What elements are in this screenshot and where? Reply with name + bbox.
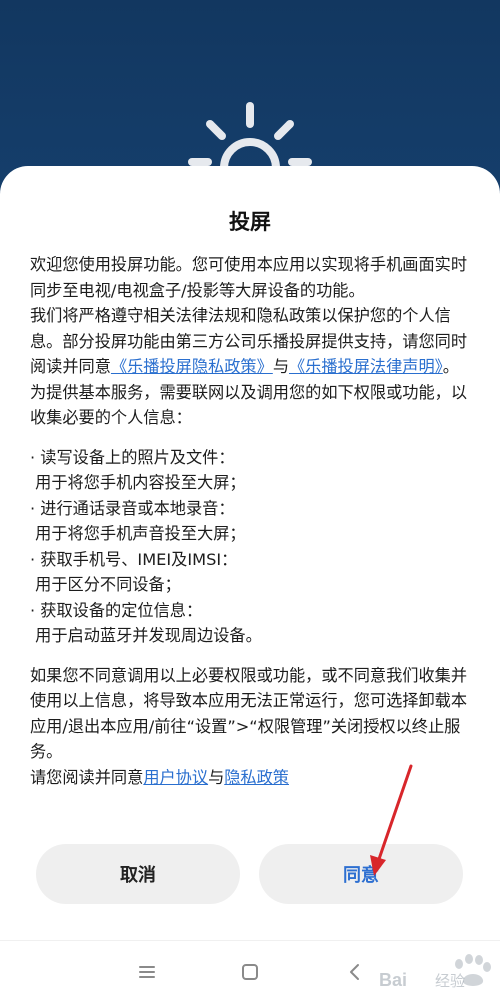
back-button[interactable] (338, 955, 372, 989)
permission-desc-text: 用于将您手机内容投至大屏； (35, 473, 246, 492)
menu-button[interactable] (130, 955, 164, 989)
lebo-legal-statement-link[interactable]: 《乐播投屏法律声明》 (289, 357, 443, 376)
privacy-end-text: 。 (442, 357, 459, 376)
privacy-paragraph: 我们将严格遵守相关法律法规和隐私政策以保护您的个人信息。部分投屏功能由第三方公司… (30, 303, 476, 380)
privacy-policy-link[interactable]: 隐私政策 (224, 768, 289, 787)
home-button[interactable] (233, 955, 267, 989)
agreement-prefix: 请您阅读并同意 (30, 767, 144, 787)
cancel-button[interactable]: 取消 (36, 844, 240, 904)
dialog-content: 欢迎您使用投屏功能。您可使用本应用以实现将手机画面实时同步至电视/电视盒子/投影… (30, 252, 476, 790)
user-agreement-link[interactable]: 用户协议 (143, 768, 208, 787)
back-icon (350, 964, 359, 980)
permission-desc-text: 用于区分不同设备； (35, 575, 181, 594)
dialog-title: 投屏 (229, 210, 271, 234)
permission-desc: 用于启动蓝牙并发现周边设备。 (30, 623, 476, 649)
system-nav-bar (0, 940, 500, 1001)
permission-desc: 用于区分不同设备； (30, 572, 476, 598)
intro-paragraph: 欢迎您使用投屏功能。您可使用本应用以实现将手机画面实时同步至电视/电视盒子/投影… (30, 255, 468, 300)
permission-item: · 获取手机号、IMEI及IMSI： (30, 547, 476, 573)
lebo-privacy-policy-link[interactable]: 《乐播投屏隐私政策》 (111, 357, 273, 376)
permission-title: · 获取手机号、IMEI及IMSI： (30, 549, 238, 569)
permission-title: · 读写设备上的照片及文件： (30, 447, 235, 467)
permission-desc: 用于将您手机声音投至大屏； (30, 521, 476, 547)
agree-button[interactable]: 同意 (259, 844, 463, 904)
menu-icon (139, 966, 155, 978)
permission-item: · 读写设备上的照片及文件： (30, 445, 476, 471)
permission-desc: 用于将您手机内容投至大屏； (30, 470, 476, 496)
privacy-and-text: 与 (272, 357, 289, 376)
permission-item: · 进行通话录音或本地录音： (30, 496, 476, 522)
consequence-paragraph: 如果您不同意调用以上必要权限或功能，或不同意我们收集并使用以上信息，将导致本应用… (30, 665, 468, 762)
permission-title: · 获取设备的定位信息： (30, 600, 203, 620)
agreement-and-text: 与 (208, 767, 225, 787)
agreement-line: 请您阅读并同意用户协议与隐私政策 (30, 765, 476, 791)
home-icon (242, 964, 258, 980)
permission-desc-text: 用于启动蓝牙并发现周边设备。 (35, 626, 262, 645)
screen-cast-dialog: 投屏 欢迎您使用投屏功能。您可使用本应用以实现将手机画面实时同步至电视/电视盒子… (0, 166, 500, 1000)
permission-title: · 进行通话录音或本地录音： (30, 498, 235, 518)
permissions-intro: 为提供基本服务，需要联网以及调用您的如下权限或功能，以收集必要的个人信息： (30, 382, 468, 428)
permission-item: · 获取设备的定位信息： (30, 598, 476, 624)
permission-desc-text: 用于将您手机声音投至大屏； (35, 524, 246, 543)
